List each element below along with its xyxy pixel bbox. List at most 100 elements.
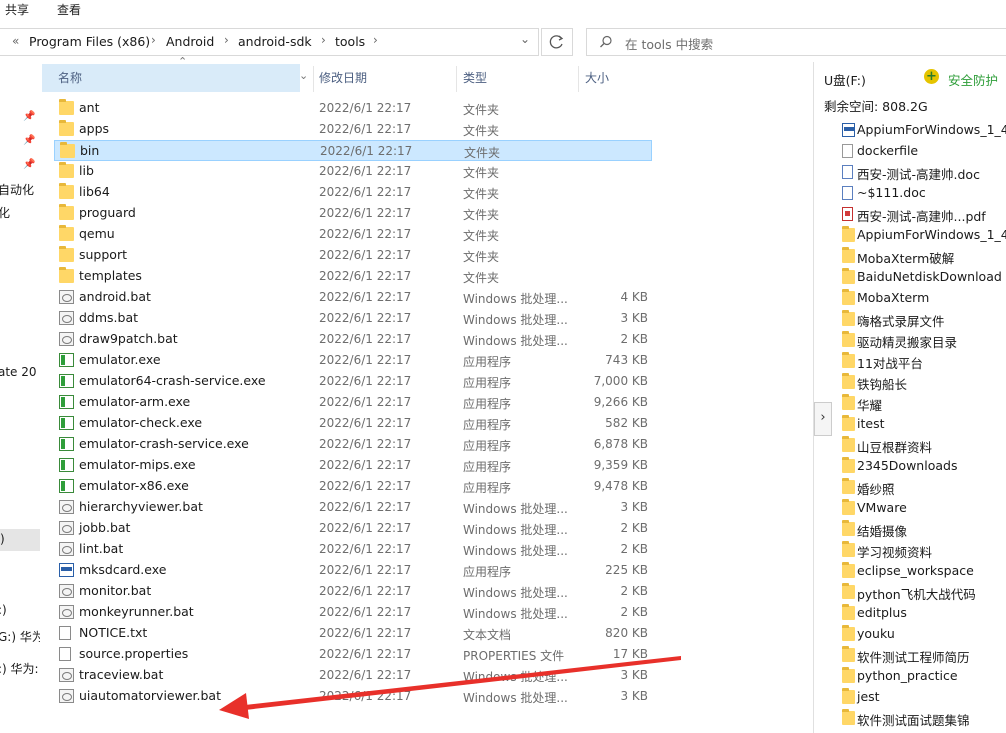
folder-icon (842, 415, 855, 431)
breadcrumb-item[interactable]: Android (166, 34, 214, 49)
file-row-selected[interactable]: bin 2022/6/1 22:17 文件夹 (54, 140, 652, 161)
drive-item[interactable]: BaiduNetdiskDownload (840, 267, 1006, 288)
drive-item[interactable]: VMware (840, 498, 1006, 519)
drive-item[interactable]: 软件测试面试题集锦 (840, 708, 1006, 729)
drive-item[interactable]: python_practice (840, 666, 1006, 687)
drive-item[interactable]: ~$111.doc (840, 183, 1006, 204)
chevron-right-icon[interactable]: › (373, 33, 378, 47)
pin-icon[interactable]: 📌 (23, 111, 35, 122)
drive-item[interactable]: 软件测试工程师简历 (840, 645, 1006, 666)
file-row[interactable]: proguard 2022/6/1 22:17 文件夹 (54, 203, 652, 224)
file-row[interactable]: ddms.bat 2022/6/1 22:17 Windows 批处理... 3 KB (54, 308, 652, 329)
refresh-button[interactable] (541, 28, 573, 56)
file-row[interactable]: emulator-arm.exe 2022/6/1 22:17 应用程序 9,266 … (54, 392, 652, 413)
drive-item[interactable]: 2345Downloads (840, 456, 1006, 477)
chevron-right-icon[interactable]: › (224, 33, 229, 47)
nav-item-selected[interactable]: ) (0, 529, 40, 551)
drive-item[interactable]: AppiumForWindows_1_4_1 (840, 120, 1006, 141)
drive-item[interactable]: 铁钩船长 (840, 372, 1006, 393)
nav-item[interactable]: ate 20 (0, 365, 37, 379)
file-type: 应用程序 (463, 565, 512, 579)
file-type: Windows 批处理... (463, 292, 568, 306)
file-type: PROPERTIES 文件 (463, 649, 565, 663)
drive-item[interactable]: jest (840, 687, 1006, 708)
file-row[interactable]: source.properties 2022/6/1 22:17 PROPERTIE… (54, 644, 652, 665)
drive-item[interactable]: itest (840, 414, 1006, 435)
drive-item[interactable]: 山豆根群资料 (840, 435, 1006, 456)
file-row[interactable]: qemu 2022/6/1 22:17 文件夹 (54, 224, 652, 245)
expand-pane-button[interactable]: › (814, 402, 832, 436)
nav-item[interactable]: 化 (0, 204, 10, 221)
overflow-chevron-icon[interactable]: « (12, 34, 19, 48)
search-box[interactable]: 在 tools 中搜索 (586, 28, 1006, 56)
address-bar[interactable]: « Program Files (x86) › Android › androi… (0, 28, 539, 56)
file-row[interactable]: monkeyrunner.bat 2022/6/1 22:17 Windows 批处… (54, 602, 652, 623)
file-row[interactable]: lint.bat 2022/6/1 22:17 Windows 批处理... 2 KB (54, 539, 652, 560)
breadcrumb-item[interactable]: Program Files (x86) (29, 34, 150, 49)
drive-item[interactable]: 西安-测试-高建帅...pdf (840, 204, 1006, 225)
batch-file-icon (59, 521, 74, 535)
folder-icon (59, 204, 74, 220)
column-date-header[interactable]: 修改日期 (319, 64, 367, 92)
drive-item[interactable]: 学习视频资料 (840, 540, 1006, 561)
drive-item[interactable]: dockerfile (840, 141, 1006, 162)
batch-file-icon (59, 290, 74, 304)
file-row[interactable]: support 2022/6/1 22:17 文件夹 (54, 245, 652, 266)
pin-icon[interactable]: 📌 (23, 135, 35, 146)
drive-item[interactable]: 结婚摄像 (840, 519, 1006, 540)
security-plus-icon[interactable]: + (924, 69, 939, 84)
file-row[interactable]: jobb.bat 2022/6/1 22:17 Windows 批处理... 2 KB (54, 518, 652, 539)
nav-item[interactable]: 自动化 (0, 181, 34, 198)
drive-item-name: jest (857, 689, 880, 704)
chevron-right-icon[interactable]: › (321, 33, 326, 47)
drive-item[interactable]: AppiumForWindows_1_4_1 (840, 225, 1006, 246)
drive-item[interactable]: youku (840, 624, 1006, 645)
file-row[interactable]: emulator64-crash-service.exe 2022/6/1 22:… (54, 371, 652, 392)
file-row[interactable]: uiautomatorviewer.bat 2022/6/1 22:17 Windo… (54, 686, 652, 707)
breadcrumb-item[interactable]: tools (335, 34, 365, 49)
drive-item[interactable]: 11对战平台 (840, 351, 1006, 372)
drive-item[interactable]: 华耀 (840, 393, 1006, 414)
file-row[interactable]: lib64 2022/6/1 22:17 文件夹 (54, 182, 652, 203)
file-row[interactable]: emulator.exe 2022/6/1 22:17 应用程序 743 KB (54, 350, 652, 371)
file-row[interactable]: android.bat 2022/6/1 22:17 Windows 批处理... 4… (54, 287, 652, 308)
file-row[interactable]: emulator-check.exe 2022/6/1 22:17 应用程序 582 … (54, 413, 652, 434)
nav-item[interactable]: :) 华为: (0, 660, 39, 677)
drive-item[interactable]: editplus (840, 603, 1006, 624)
drive-item-name: BaiduNetdiskDownload (857, 269, 1002, 284)
drive-item[interactable]: MobaXterm破解 (840, 246, 1006, 267)
file-row[interactable]: emulator-crash-service.exe 2022/6/1 22:17… (54, 434, 652, 455)
column-size-header[interactable]: 大小 (585, 64, 609, 92)
column-name-header[interactable]: 名称 ⌃ ⌄ (42, 55, 308, 92)
file-row[interactable]: hierarchyviewer.bat 2022/6/1 22:17 Windows… (54, 497, 652, 518)
file-row[interactable]: ant 2022/6/1 22:17 文件夹 (54, 98, 652, 119)
chevron-down-icon[interactable]: ⌄ (299, 69, 308, 82)
drive-item[interactable]: python飞机大战代码 (840, 582, 1006, 603)
file-row[interactable]: lib 2022/6/1 22:17 文件夹 (54, 161, 652, 182)
pin-icon[interactable]: 📌 (23, 159, 35, 170)
drive-item[interactable]: 嗨格式录屏文件 (840, 309, 1006, 330)
nav-item[interactable]: G:) 华为 (0, 628, 40, 645)
drive-item[interactable]: 驱动精灵搬家目录 (840, 330, 1006, 351)
file-row[interactable]: emulator-mips.exe 2022/6/1 22:17 应用程序 9,359… (54, 455, 652, 476)
file-row[interactable]: monitor.bat 2022/6/1 22:17 Windows 批处理... 2… (54, 581, 652, 602)
tab-share[interactable]: 共享 (5, 1, 29, 18)
file-row[interactable]: NOTICE.txt 2022/6/1 22:17 文本文档 820 KB (54, 623, 652, 644)
drive-item[interactable]: MobaXterm (840, 288, 1006, 309)
column-type-header[interactable]: 类型 (463, 64, 487, 92)
file-row[interactable]: draw9patch.bat 2022/6/1 22:17 Windows 批处理.… (54, 329, 652, 350)
chevron-right-icon[interactable]: › (151, 33, 156, 47)
drive-item[interactable]: 西安-测试-高建帅.doc (840, 162, 1006, 183)
nav-item[interactable]: :) (0, 603, 7, 617)
file-row[interactable]: mksdcard.exe 2022/6/1 22:17 应用程序 225 KB (54, 560, 652, 581)
security-link[interactable]: 安全防护 (948, 70, 998, 89)
breadcrumb-item[interactable]: android-sdk (238, 34, 312, 49)
drive-item[interactable]: 婚纱照 (840, 477, 1006, 498)
file-row[interactable]: templates 2022/6/1 22:17 文件夹 (54, 266, 652, 287)
file-row[interactable]: apps 2022/6/1 22:17 文件夹 (54, 119, 652, 140)
drive-item[interactable]: eclipse_workspace (840, 561, 1006, 582)
file-row[interactable]: traceview.bat 2022/6/1 22:17 Windows 批处理..… (54, 665, 652, 686)
chevron-down-icon[interactable]: ⌄ (520, 32, 530, 46)
file-row[interactable]: emulator-x86.exe 2022/6/1 22:17 应用程序 9,478 … (54, 476, 652, 497)
tab-view[interactable]: 查看 (57, 1, 81, 18)
